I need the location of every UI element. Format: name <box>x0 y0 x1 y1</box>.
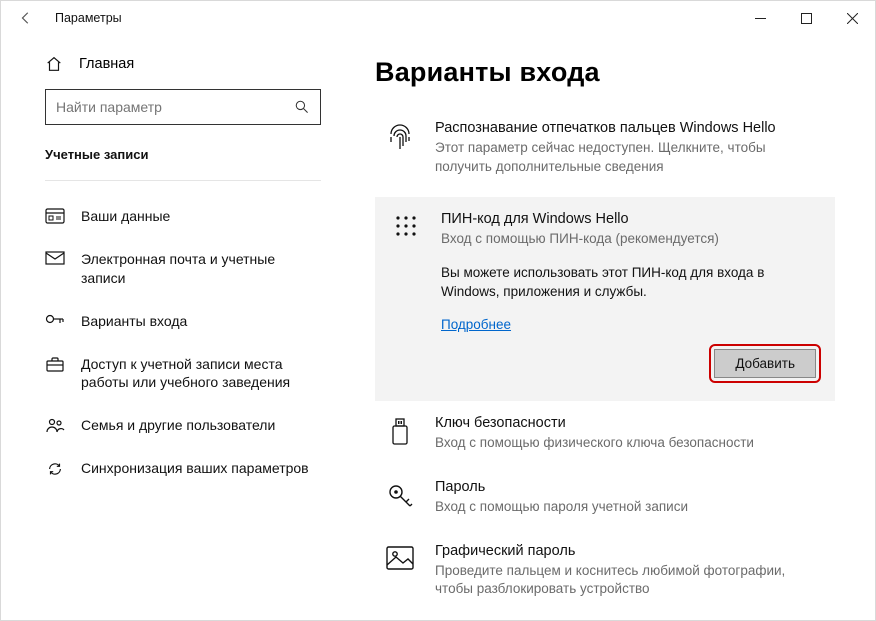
briefcase-icon <box>45 356 65 372</box>
option-title: Распознавание отпечатков пальцев Windows… <box>435 120 821 136</box>
mail-icon <box>45 251 65 265</box>
learn-more-link[interactable]: Подробнее <box>441 317 511 332</box>
option-title: ПИН-код для Windows Hello <box>441 211 821 227</box>
sidebar-item-label: Семья и другие пользователи <box>81 416 275 435</box>
search-box[interactable] <box>45 89 321 125</box>
sidebar-item-label: Ваши данные <box>81 207 170 226</box>
sidebar-home[interactable]: Главная <box>1 45 349 89</box>
option-title: Пароль <box>435 479 688 495</box>
sidebar-item-label: Электронная почта и учетные записи <box>81 250 321 288</box>
page-title: Варианты входа <box>375 57 835 88</box>
signin-option-security-key[interactable]: Ключ безопасности Вход с помощью физичес… <box>375 405 835 469</box>
main-content: Варианты входа Распознавание отпечатков … <box>349 35 875 620</box>
home-icon <box>45 55 63 73</box>
divider <box>45 180 321 181</box>
sidebar-item-work-school[interactable]: Доступ к учетной записи места работы или… <box>1 343 349 405</box>
maximize-icon <box>801 13 812 24</box>
sidebar-item-family[interactable]: Семья и другие пользователи <box>1 404 349 447</box>
sidebar-item-label: Синхронизация ваших параметров <box>81 459 309 478</box>
picture-icon <box>383 545 417 600</box>
window-title: Параметры <box>55 11 122 25</box>
key-icon <box>45 313 65 325</box>
close-button[interactable] <box>829 1 875 35</box>
signin-option-pin[interactable]: ПИН-код для Windows Hello Вход с помощью… <box>375 197 835 401</box>
minimize-button[interactable] <box>737 1 783 35</box>
pin-keypad-icon <box>389 213 423 383</box>
sidebar-home-label: Главная <box>79 56 134 72</box>
titlebar: Параметры <box>1 1 875 35</box>
option-body: Вы можете использовать этот ПИН-код для … <box>441 263 821 302</box>
settings-window: Параметры Главная <box>0 0 876 621</box>
search-icon <box>294 99 310 115</box>
arrow-left-icon <box>19 11 33 25</box>
back-button[interactable] <box>19 11 41 25</box>
minimize-icon <box>755 13 766 24</box>
option-title: Графический пароль <box>435 543 821 559</box>
sidebar-item-label: Доступ к учетной записи места работы или… <box>81 355 321 393</box>
sidebar-item-label: Варианты входа <box>81 312 187 331</box>
option-desc: Вход с помощью физического ключа безопас… <box>435 434 754 453</box>
people-icon <box>45 417 65 433</box>
option-title: Ключ безопасности <box>435 415 754 431</box>
sidebar-item-signin-options[interactable]: Варианты входа <box>1 300 349 343</box>
key-icon <box>383 481 417 517</box>
option-desc: Проведите пальцем и коснитесь любимой фо… <box>435 562 821 600</box>
usb-key-icon <box>383 417 417 453</box>
search-container <box>45 89 321 125</box>
option-desc: Вход с помощью ПИН-кода (рекомендуется) <box>441 230 821 249</box>
search-input[interactable] <box>56 99 294 115</box>
sidebar-item-sync[interactable]: Синхронизация ваших параметров <box>1 447 349 490</box>
signin-option-picture-password[interactable]: Графический пароль Проведите пальцем и к… <box>375 533 835 616</box>
annotation-highlight: Добавить <box>709 344 821 383</box>
option-desc: Этот параметр сейчас недоступен. Щелкнит… <box>435 139 821 177</box>
sidebar: Главная Учетные записи Ваши данные <box>1 35 349 620</box>
close-icon <box>847 13 858 24</box>
sidebar-item-email-accounts[interactable]: Электронная почта и учетные записи <box>1 238 349 300</box>
signin-option-password[interactable]: Пароль Вход с помощью пароля учетной зап… <box>375 469 835 533</box>
signin-option-fingerprint[interactable]: Распознавание отпечатков пальцев Windows… <box>375 110 835 193</box>
option-desc: Вход с помощью пароля учетной записи <box>435 498 688 517</box>
sync-icon <box>45 460 65 478</box>
sidebar-category: Учетные записи <box>1 147 349 178</box>
sidebar-item-your-info[interactable]: Ваши данные <box>1 195 349 238</box>
add-button[interactable]: Добавить <box>714 349 816 378</box>
sidebar-nav: Ваши данные Электронная почта и учетные … <box>1 195 349 490</box>
id-card-icon <box>45 208 65 224</box>
fingerprint-icon <box>383 122 417 177</box>
maximize-button[interactable] <box>783 1 829 35</box>
